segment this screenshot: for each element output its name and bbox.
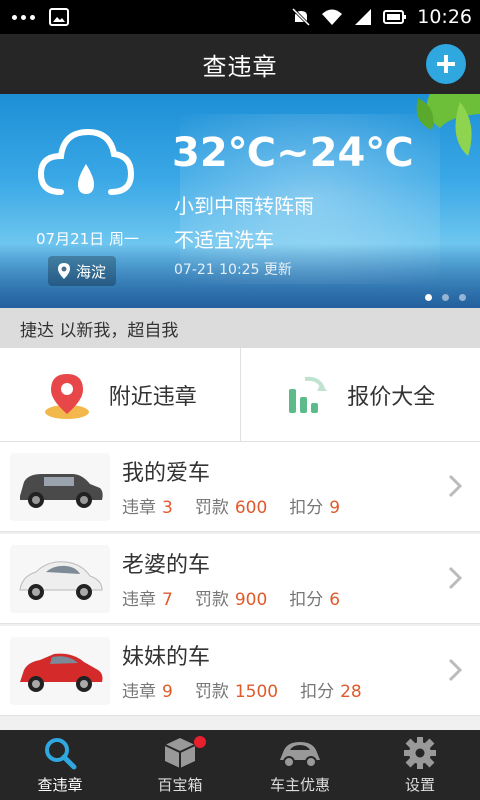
location-pill[interactable]: 海淀 (48, 256, 117, 286)
violations-label: 违章 (122, 682, 156, 702)
points-count: 28 (340, 682, 362, 702)
nearby-violations-button[interactable]: 附近违章 (0, 348, 240, 441)
image-icon (49, 8, 69, 26)
update-time: 07-21 10:25 更新 (174, 262, 292, 278)
car-name: 妹妹的车 (122, 645, 211, 670)
violations-label: 违章 (122, 590, 156, 610)
pager-dot (442, 294, 449, 301)
location-label: 海淀 (76, 262, 107, 281)
fine-stat: 罚款 1500 (195, 677, 278, 702)
tab-owner-deals[interactable]: 车主优惠 (240, 730, 360, 800)
points-label: 扣分 (289, 498, 324, 518)
violations-stat: 违章 7 (122, 585, 173, 610)
car-name: 老婆的车 (122, 553, 211, 578)
car-photo (10, 544, 110, 613)
violations-stat: 违章 9 (122, 677, 173, 702)
search-icon (45, 737, 77, 769)
car-info: 我的爱车 违章 3 罚款 600 扣分 9 (122, 455, 340, 518)
points-label: 扣分 (289, 590, 324, 610)
rain-cloud-icon (37, 128, 135, 195)
signal-icon (355, 9, 372, 25)
plus-icon (437, 55, 455, 73)
price-chart-icon (289, 376, 328, 413)
tab-settings[interactable]: 设置 (360, 730, 480, 800)
fine-label: 罚款 (194, 590, 229, 610)
gear-icon (404, 736, 436, 769)
more-icon (12, 14, 35, 20)
fine-amount: 900 (234, 590, 268, 610)
chevron-right-icon (448, 658, 462, 682)
car-name: 我的爱车 (122, 461, 211, 486)
price-list-button[interactable]: 报价大全 (239, 348, 480, 441)
car-stats: 违章 7 罚款 900 扣分 6 (122, 585, 340, 610)
car-photo (10, 452, 110, 521)
battery-icon (383, 10, 407, 24)
box-icon (164, 737, 196, 768)
car-stats: 违章 9 罚款 1500 扣分 28 (122, 677, 362, 702)
fine-amount: 1500 (234, 682, 279, 702)
tab-check-violations[interactable]: 查违章 (0, 730, 120, 800)
violations-stat: 违章 3 (122, 493, 173, 518)
weather-date: 07月21日 周一 (36, 230, 139, 248)
car-stats: 违章 3 罚款 600 扣分 9 (122, 493, 340, 518)
points-stat: 扣分 9 (289, 493, 340, 518)
list-item[interactable]: 我的爱车 违章 3 罚款 600 扣分 9 (0, 442, 480, 532)
points-stat: 扣分 28 (300, 677, 362, 702)
map-pin-icon (44, 373, 89, 419)
add-car-button[interactable] (426, 44, 466, 84)
mute-icon (292, 7, 311, 27)
tab-label: 设置 (404, 775, 435, 794)
car-info: 妹妹的车 违章 9 罚款 1500 扣分 28 (122, 639, 362, 702)
violations-count: 3 (162, 498, 173, 518)
tab-label: 车主优惠 (269, 775, 330, 794)
car-photo (10, 636, 110, 705)
car-icon (280, 741, 320, 768)
weather-condition: 小到中雨转阵雨 (174, 194, 314, 218)
points-label: 扣分 (300, 682, 335, 702)
violations-count: 9 (162, 682, 173, 702)
points-count: 9 (329, 498, 341, 518)
price-list-label: 报价大全 (347, 384, 436, 410)
status-bar: 10:26 (0, 0, 480, 34)
title-bar: 查违章 (0, 34, 480, 94)
car-list: 我的爱车 违章 3 罚款 600 扣分 9 老婆的车 违章 7 罚款 900 扣分 6 (0, 442, 480, 718)
wifi-icon (322, 9, 343, 25)
list-item[interactable]: 老婆的车 违章 7 罚款 900 扣分 6 (0, 534, 480, 624)
car-info: 老婆的车 违章 7 罚款 900 扣分 6 (122, 547, 340, 610)
car-wash-advice: 不适宜洗车 (174, 228, 274, 252)
tab-label: 查违章 (37, 775, 83, 794)
nearby-violations-label: 附近违章 (108, 384, 197, 410)
chevron-right-icon (448, 474, 462, 498)
violations-count: 7 (162, 590, 173, 610)
points-stat: 扣分 6 (289, 585, 340, 610)
location-pin-icon (58, 263, 70, 279)
temperature: 32℃~24℃ (172, 130, 414, 176)
ad-slogan[interactable]: 捷达 以新我，超自我 (0, 308, 480, 348)
clock: 10:26 (417, 6, 472, 28)
points-count: 6 (329, 590, 341, 610)
tab-label: 百宝箱 (157, 775, 203, 794)
fine-amount: 600 (234, 498, 268, 518)
fine-stat: 罚款 600 (195, 493, 267, 518)
fine-stat: 罚款 900 (195, 585, 267, 610)
notification-badge (194, 736, 206, 748)
banner-pager (425, 294, 466, 301)
violations-label: 违章 (122, 498, 156, 518)
fine-label: 罚款 (194, 498, 229, 518)
pager-dot (425, 294, 432, 301)
quick-actions: 附近违章 报价大全 (0, 348, 480, 442)
page-title: 查违章 (202, 52, 278, 81)
weather-banner[interactable]: 32℃~24℃ 小到中雨转阵雨 不适宜洗车 07-21 10:25 更新 07月… (0, 94, 480, 308)
list-item[interactable]: 妹妹的车 违章 9 罚款 1500 扣分 28 (0, 626, 480, 716)
chevron-right-icon (448, 566, 462, 590)
fine-label: 罚款 (194, 682, 229, 702)
bottom-nav: 查违章 百宝箱 车主优惠 设置 (0, 730, 480, 800)
pager-dot (459, 294, 466, 301)
tab-toolbox[interactable]: 百宝箱 (120, 730, 240, 800)
